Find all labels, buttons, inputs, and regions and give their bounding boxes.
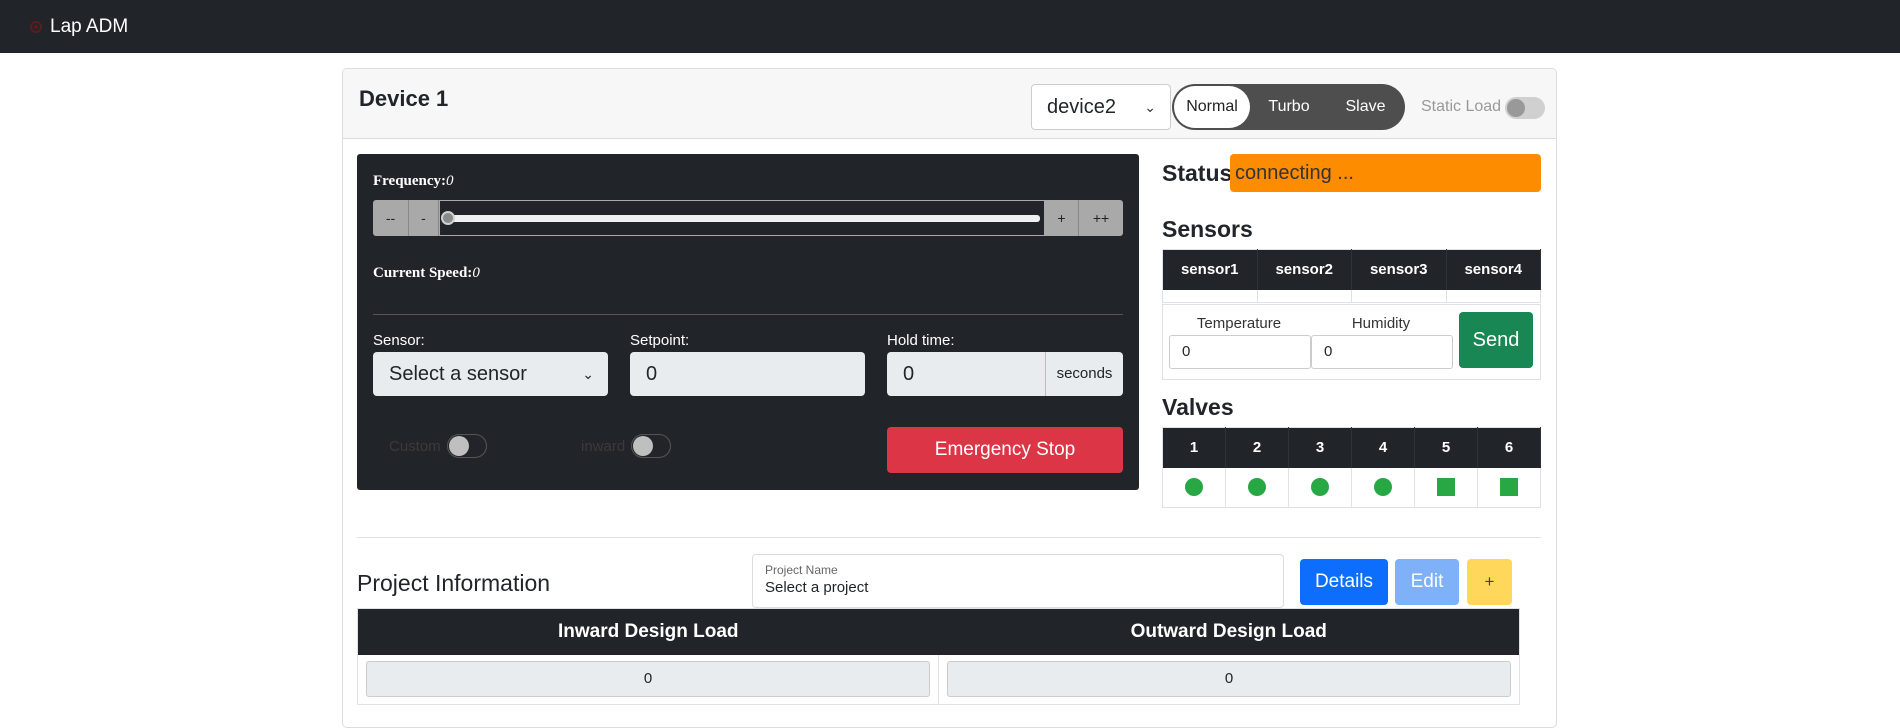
humidity-label: Humidity xyxy=(1351,315,1411,332)
frequency-readout: Frequency:0 xyxy=(373,172,454,190)
valve-column-header: 6 xyxy=(1477,427,1541,468)
device-title: Device 1 xyxy=(359,86,449,111)
custom-switch[interactable] xyxy=(447,434,487,458)
valve-column-header: 5 xyxy=(1414,427,1478,468)
hold-time-unit: seconds xyxy=(1045,352,1123,396)
current-speed-value: 0 xyxy=(472,265,480,281)
setpoint-input[interactable]: 0 xyxy=(630,352,865,396)
frequency-slider-group: -- - + ++ xyxy=(373,200,1123,236)
sensor-column-header: sensor1 xyxy=(1162,249,1258,290)
divider xyxy=(373,314,1123,315)
sensor-label: Sensor: xyxy=(373,332,425,349)
sensors-table: sensor1 sensor2 sensor3 sensor4 xyxy=(1162,249,1541,303)
chevron-down-icon: ⌄ xyxy=(582,366,594,382)
slider-thumb[interactable] xyxy=(441,211,455,225)
valve-2-indicator-icon xyxy=(1248,478,1266,497)
navbar-brand[interactable]: Lap ADM xyxy=(50,16,128,38)
sensor-select-value: Select a sensor xyxy=(389,363,527,385)
sensor-input-form: Temperature 0 Humidity 0 Send xyxy=(1162,304,1541,380)
setpoint-label: Setpoint: xyxy=(630,332,690,349)
details-button[interactable]: Details xyxy=(1300,559,1388,605)
sensor-select[interactable]: Select a sensor ⌄ xyxy=(373,352,608,396)
frequency-label: Frequency: xyxy=(373,173,447,189)
status-badge: connecting ... xyxy=(1230,154,1541,192)
outward-design-load-header: Outward Design Load xyxy=(938,608,1520,655)
divider xyxy=(357,537,1541,538)
outward-design-load-value: 0 xyxy=(947,661,1511,698)
project-name-value: Select a project xyxy=(765,579,869,596)
device-card-header: Device 1 device2 ⌄ Normal Turbo Slave St… xyxy=(343,69,1556,139)
frequency-increase-big-button[interactable]: ++ xyxy=(1079,200,1123,236)
valve-column-header: 1 xyxy=(1162,427,1226,468)
mode-normal-button[interactable]: Normal xyxy=(1174,86,1250,128)
status-label: Status: xyxy=(1162,160,1240,186)
hold-time-label: Hold time: xyxy=(887,332,955,349)
inward-label: inward xyxy=(581,438,626,455)
navbar: Lap ADM xyxy=(0,0,1900,53)
valve-3-indicator-icon xyxy=(1311,478,1329,497)
temperature-input[interactable]: 0 xyxy=(1169,335,1311,369)
project-info-heading: Project Information xyxy=(357,570,551,596)
hold-time-input[interactable]: 0 xyxy=(887,352,1045,396)
custom-label: Custom xyxy=(389,438,441,455)
add-project-button[interactable]: + xyxy=(1467,559,1512,605)
valve-6-indicator-icon xyxy=(1500,478,1518,497)
frequency-slider[interactable] xyxy=(439,200,1045,236)
current-speed-label: Current Speed: xyxy=(373,265,473,281)
valves-table: 1 2 3 4 5 6 xyxy=(1162,427,1541,508)
sensors-heading: Sensors xyxy=(1162,216,1253,242)
inward-design-load-header: Inward Design Load xyxy=(357,608,939,655)
valve-5-indicator-icon xyxy=(1437,478,1455,497)
sensor-column-header: sensor2 xyxy=(1257,249,1352,290)
valve-1-indicator-icon xyxy=(1185,478,1203,497)
table-row xyxy=(1162,467,1541,508)
sensor-column-header: sensor3 xyxy=(1351,249,1447,290)
static-load-label: Static Load xyxy=(1421,98,1502,115)
inward-design-load-value: 0 xyxy=(366,661,930,698)
edit-button[interactable]: Edit xyxy=(1395,559,1459,605)
emergency-stop-button[interactable]: Emergency Stop xyxy=(887,427,1123,473)
mode-slave-button[interactable]: Slave xyxy=(1328,86,1403,128)
slider-track xyxy=(444,214,1040,222)
frequency-decrease-button[interactable]: - xyxy=(409,200,439,236)
project-name-select[interactable]: Project Name Select a project xyxy=(752,554,1284,608)
gear-icon xyxy=(30,20,42,33)
valve-4-indicator-icon xyxy=(1374,478,1392,497)
table-row xyxy=(1162,289,1541,303)
frequency-decrease-big-button[interactable]: -- xyxy=(373,200,409,236)
frequency-increase-button[interactable]: + xyxy=(1045,200,1079,236)
project-name-label: Project Name xyxy=(765,563,838,577)
valve-column-header: 4 xyxy=(1351,427,1415,468)
current-speed-readout: Current Speed:0 xyxy=(373,264,480,282)
send-button[interactable]: Send xyxy=(1459,312,1533,368)
frequency-value: 0 xyxy=(446,173,454,189)
inward-switch[interactable] xyxy=(631,434,671,458)
valve-column-header: 2 xyxy=(1225,427,1289,468)
temperature-label: Temperature xyxy=(1196,315,1282,332)
table-row: 0 0 xyxy=(357,654,1520,705)
static-load-switch[interactable] xyxy=(1505,97,1545,119)
valve-column-header: 3 xyxy=(1288,427,1352,468)
device-select[interactable]: device2 ⌄ xyxy=(1031,84,1171,130)
mode-turbo-button[interactable]: Turbo xyxy=(1250,86,1328,128)
sensor-column-header: sensor4 xyxy=(1446,249,1541,290)
design-load-table: Inward Design Load Outward Design Load 0… xyxy=(357,608,1520,705)
chevron-down-icon: ⌄ xyxy=(1144,99,1156,115)
device-select-value: device2 xyxy=(1047,96,1116,118)
control-panel: Frequency:0 -- - + ++ Current Speed:0 Se… xyxy=(357,154,1139,490)
humidity-input[interactable]: 0 xyxy=(1311,335,1453,369)
valves-heading: Valves xyxy=(1162,394,1234,420)
mode-toggle-group: Normal Turbo Slave xyxy=(1172,84,1405,130)
